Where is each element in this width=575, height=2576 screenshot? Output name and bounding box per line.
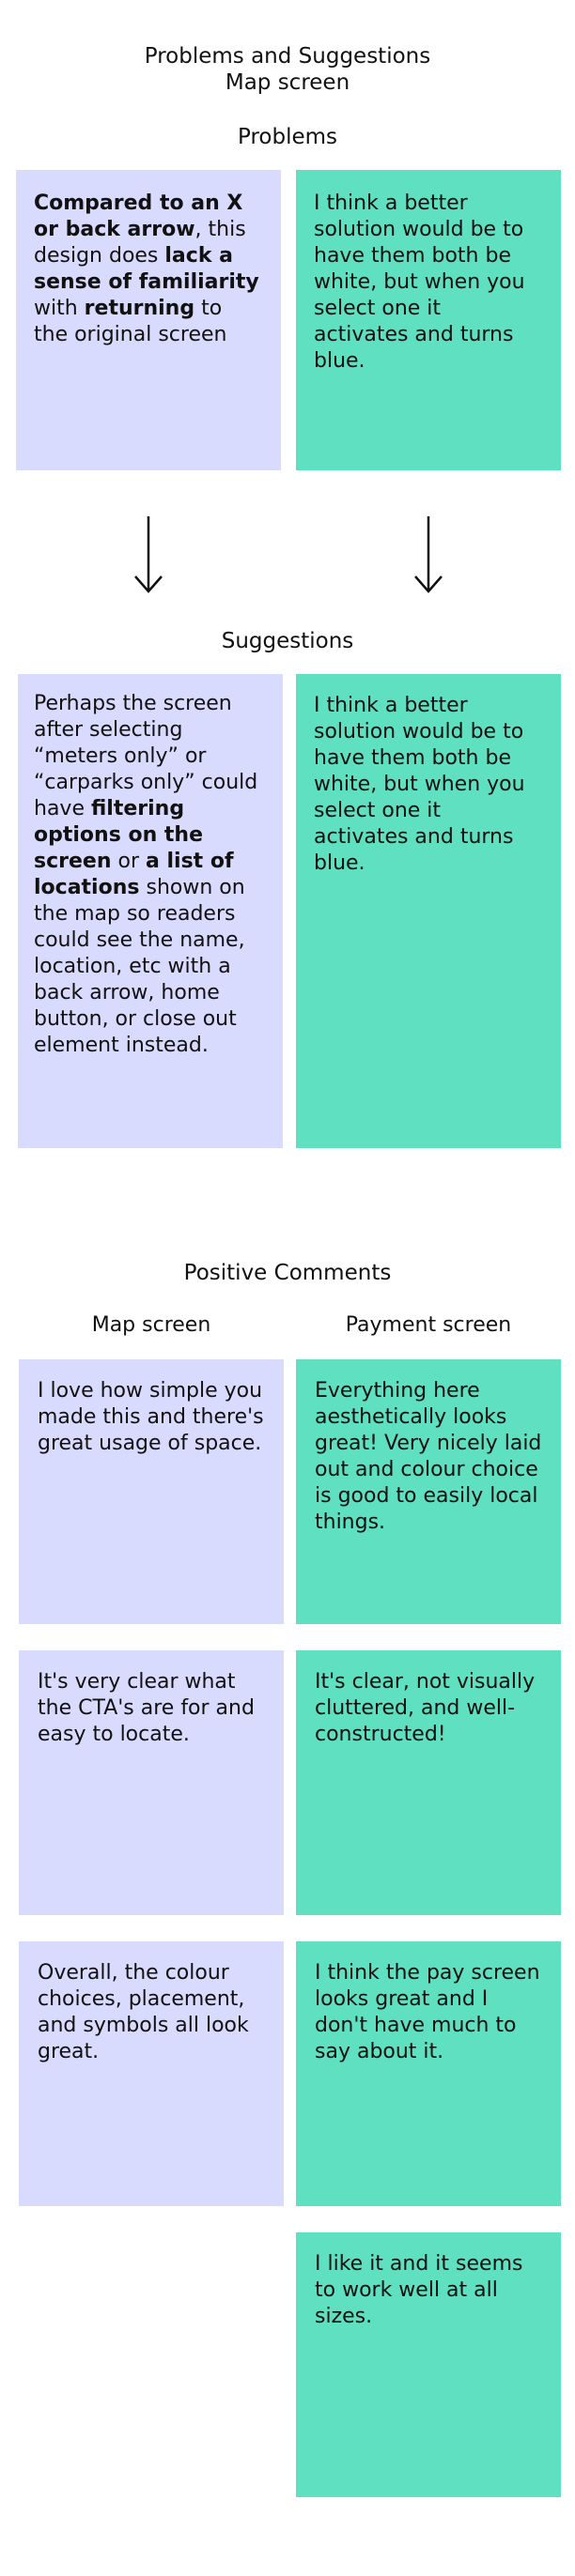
payment-screen-heading: Payment screen bbox=[345, 1313, 512, 1337]
payment-comment-text: I think the pay screen looks great and I… bbox=[315, 1961, 540, 2063]
problem-right-text: I think a better solution would be to ha… bbox=[314, 192, 525, 373]
problem-card-right: I think a better solution would be to ha… bbox=[296, 170, 561, 470]
payment-comment-text: I like it and it seems to work well at a… bbox=[315, 2252, 523, 2328]
payment-comment-text: Everything here aesthetically looks grea… bbox=[315, 1379, 542, 1534]
arrow-down-icon bbox=[414, 516, 443, 593]
suggestion-card-right: I think a better solution would be to ha… bbox=[296, 674, 561, 1148]
map-comment-card: Overall, the colour choices, placement, … bbox=[19, 1941, 284, 2206]
map-comment-text: It's very clear what the CTA's are for a… bbox=[38, 1670, 255, 1746]
map-comment-text: Overall, the colour choices, placement, … bbox=[38, 1961, 249, 2063]
payment-comment-card: I think the pay screen looks great and I… bbox=[296, 1941, 561, 2206]
page-title: Problems and Suggestions Map screen bbox=[0, 43, 575, 96]
payment-comment-text: It's clear, not visually cluttered, and … bbox=[315, 1670, 536, 1746]
suggestion-card-left: Perhaps the screen after selecting “mete… bbox=[18, 674, 283, 1148]
map-comment-card: I love how simple you made this and ther… bbox=[19, 1359, 284, 1624]
problem-left-text: Compared to an X or back arrow, this des… bbox=[34, 192, 259, 346]
title-line-1: Problems and Suggestions bbox=[144, 44, 431, 69]
problem-card-left: Compared to an X or back arrow, this des… bbox=[16, 170, 281, 470]
payment-comment-card: Everything here aesthetically looks grea… bbox=[296, 1359, 561, 1624]
arrow-down-icon bbox=[134, 516, 163, 593]
map-comment-card: It's very clear what the CTA's are for a… bbox=[19, 1650, 284, 1915]
title-line-2: Map screen bbox=[225, 70, 350, 95]
suggestions-heading: Suggestions bbox=[221, 629, 354, 653]
map-comment-text: I love how simple you made this and ther… bbox=[38, 1379, 264, 1455]
suggestion-left-text: Perhaps the screen after selecting “mete… bbox=[34, 692, 258, 1057]
problems-heading: Problems bbox=[237, 125, 337, 149]
map-screen-heading: Map screen bbox=[91, 1313, 211, 1337]
suggestion-right-text: I think a better solution would be to ha… bbox=[314, 694, 525, 875]
payment-comment-card: It's clear, not visually cluttered, and … bbox=[296, 1650, 561, 1915]
payment-comment-card: I like it and it seems to work well at a… bbox=[296, 2232, 561, 2497]
positive-heading: Positive Comments bbox=[183, 1261, 392, 1285]
